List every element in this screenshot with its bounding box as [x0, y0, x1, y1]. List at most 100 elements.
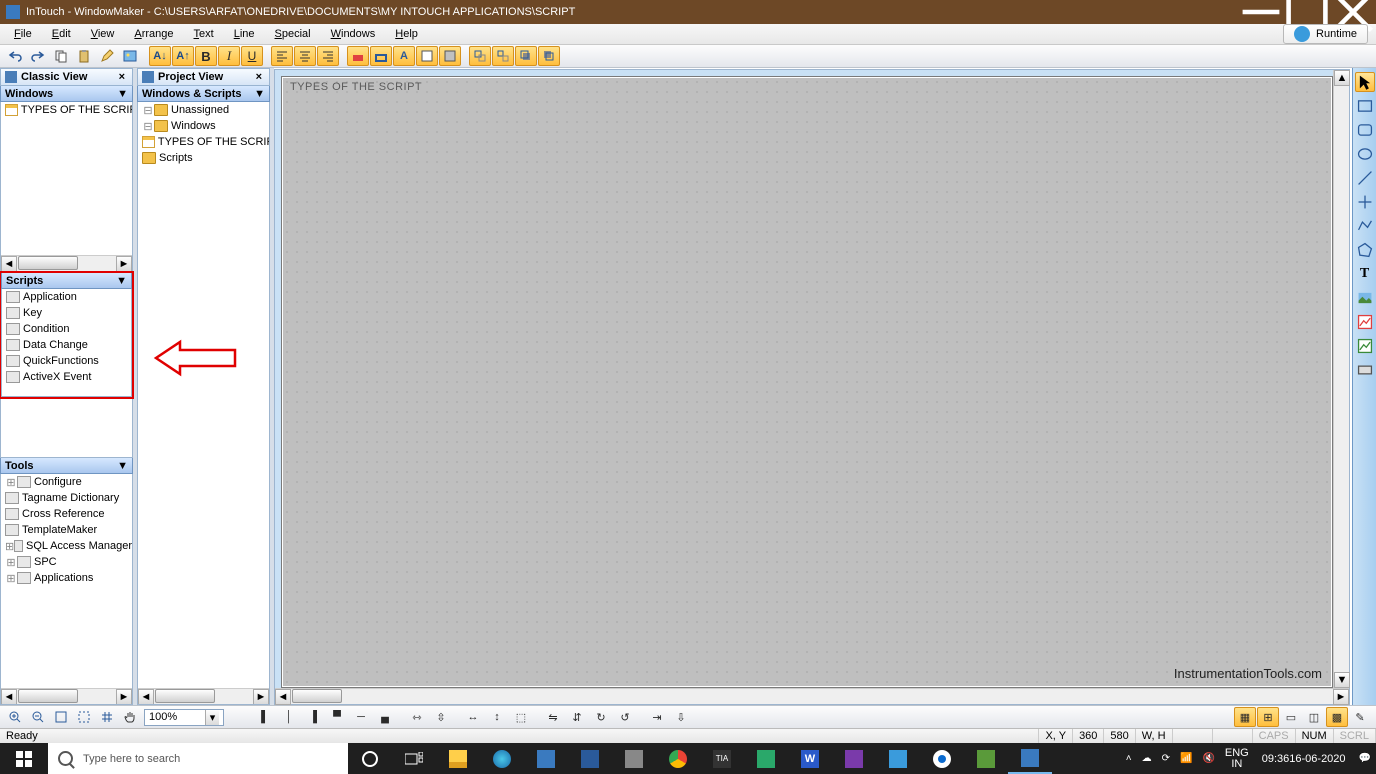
scrollbar-horizontal[interactable]: ◄ ► [275, 688, 1349, 704]
tools-section-header[interactable]: Tools ▼ [0, 458, 133, 474]
taskbar-search[interactable]: Type here to search [48, 743, 348, 774]
taskbar-explorer[interactable] [436, 743, 480, 774]
text-color-tool[interactable]: A [393, 46, 415, 66]
scrollbar-horizontal[interactable]: ◄ ► [1, 688, 132, 704]
tool-edit[interactable] [96, 46, 118, 66]
tray-wifi[interactable]: 📶 [1175, 743, 1197, 774]
scroll-right-icon[interactable]: ► [116, 256, 132, 272]
tool-item-spc[interactable]: ⊞SPC [1, 554, 132, 570]
align-bottom-tool[interactable]: ▄ [374, 707, 396, 727]
tray-chevron[interactable]: ˄ [1121, 743, 1137, 774]
taskbar-app5[interactable] [964, 743, 1008, 774]
menu-special[interactable]: Special [265, 26, 321, 42]
grid-tool[interactable] [96, 707, 118, 727]
taskbar-word[interactable]: W [788, 743, 832, 774]
show-grid-tool[interactable]: ⊞ [1257, 707, 1279, 727]
flip-v-tool[interactable]: ⇵ [566, 707, 588, 727]
align-center[interactable] [294, 46, 316, 66]
zoom-in-tool[interactable] [4, 707, 26, 727]
polygon-tool[interactable] [1355, 240, 1375, 260]
scroll-thumb[interactable] [292, 689, 342, 703]
design-canvas[interactable]: TYPES OF THE SCRIPT InstrumentationTools… [281, 76, 1333, 688]
send-back-tool[interactable] [515, 46, 537, 66]
project-view-header[interactable]: Project View × [137, 68, 270, 86]
align-center-h-tool[interactable]: │ [278, 707, 300, 727]
menu-text[interactable]: Text [184, 26, 224, 42]
roundrect-tool[interactable] [1355, 120, 1375, 140]
same-size-tool[interactable]: ⬚ [510, 707, 532, 727]
tray-lang[interactable]: ENGIN [1220, 743, 1254, 774]
minimize-button[interactable] [1238, 0, 1284, 24]
distribute-v-tool[interactable]: ⇳ [430, 707, 452, 727]
align-right[interactable] [317, 46, 339, 66]
hline-tool[interactable] [1355, 192, 1375, 212]
group-tool[interactable] [469, 46, 491, 66]
polyline-tool[interactable] [1355, 216, 1375, 236]
taskbar-mail[interactable] [568, 743, 612, 774]
taskbar-app1[interactable] [612, 743, 656, 774]
fill-tool[interactable] [347, 46, 369, 66]
chevron-down-icon[interactable]: ▼ [117, 460, 128, 472]
scroll-right-icon[interactable]: ► [253, 689, 269, 705]
rotate-ccw-tool[interactable]: ↺ [614, 707, 636, 727]
bitmap-tool[interactable] [1355, 288, 1375, 308]
scroll-thumb[interactable] [155, 689, 215, 703]
tool-item-apps[interactable]: ⊞Applications [1, 570, 132, 586]
tool-item-tagname[interactable]: Tagname Dictionary [1, 490, 132, 506]
close-icon[interactable]: × [253, 71, 265, 83]
tool-copy[interactable] [50, 46, 72, 66]
taskbar-tia[interactable]: TIA [700, 743, 744, 774]
start-button[interactable] [0, 743, 48, 774]
zoom-out-tool[interactable] [27, 707, 49, 727]
ellipse-tool[interactable] [1355, 144, 1375, 164]
tray-volume[interactable]: 🔇 [1197, 743, 1219, 774]
text-tool[interactable]: T [1355, 264, 1375, 284]
scroll-up-icon[interactable]: ▲ [1334, 70, 1350, 86]
space-h-tool[interactable]: ⇥ [646, 707, 668, 727]
taskbar-chrome[interactable] [656, 743, 700, 774]
script-item-key[interactable]: Key [2, 305, 131, 321]
underline-button[interactable]: U [241, 46, 263, 66]
rect-tool[interactable] [1355, 96, 1375, 116]
tray-clock[interactable]: 09:3616-06-2020 [1254, 743, 1354, 774]
runtime-button[interactable]: Runtime [1283, 24, 1368, 44]
scrollbar-vertical[interactable]: ▲ ▼ [1333, 70, 1349, 688]
classic-view-header[interactable]: Classic View × [0, 68, 133, 86]
align-left[interactable] [271, 46, 293, 66]
chevron-down-icon[interactable]: ▼ [116, 275, 127, 287]
font-enlarge[interactable]: A↑ [172, 46, 194, 66]
snap-grid-tool[interactable]: ▦ [1234, 707, 1256, 727]
zoom-window-tool[interactable] [73, 707, 95, 727]
scroll-left-icon[interactable]: ◄ [275, 689, 291, 705]
taskbar-edge[interactable] [480, 743, 524, 774]
close-icon[interactable]: × [116, 71, 128, 83]
pointer-tool[interactable] [1355, 72, 1375, 92]
taskbar-app3[interactable] [832, 743, 876, 774]
align-left-tool[interactable]: ▌ [254, 707, 276, 727]
flip-h-tool[interactable]: ⇋ [542, 707, 564, 727]
scroll-thumb[interactable] [18, 689, 78, 703]
tree-scripts[interactable]: Scripts [138, 150, 269, 166]
edit-mode-tool[interactable]: ✎ [1349, 707, 1371, 727]
line-color-tool[interactable] [370, 46, 392, 66]
tree-windows[interactable]: ⊟Windows [138, 118, 269, 134]
ruler-tool[interactable]: ▭ [1280, 707, 1302, 727]
scrollbar-horizontal[interactable]: ◄ ► [138, 688, 269, 704]
scripts-section-header[interactable]: Scripts ▼ [1, 273, 132, 289]
taskbar-app2[interactable] [744, 743, 788, 774]
taskbar-app4[interactable] [876, 743, 920, 774]
tray-updates[interactable]: ⟳ [1157, 743, 1175, 774]
font-reduce[interactable]: A↓ [149, 46, 171, 66]
tree-unassigned[interactable]: ⊟Unassigned [138, 102, 269, 118]
distribute-h-tool[interactable]: ⇿ [406, 707, 428, 727]
trend-tool[interactable] [1355, 312, 1375, 332]
tool-redo[interactable] [27, 46, 49, 66]
chevron-down-icon[interactable]: ▼ [254, 88, 265, 100]
tool-item-sql[interactable]: ⊞SQL Access Manager [1, 538, 132, 554]
grid-color-tool[interactable]: ▩ [1326, 707, 1348, 727]
scroll-down-icon[interactable]: ▼ [1334, 672, 1350, 688]
rotate-cw-tool[interactable]: ↻ [590, 707, 612, 727]
script-item-quickfunctions[interactable]: QuickFunctions [2, 353, 131, 369]
scrollbar-horizontal[interactable]: ◄ ► [1, 255, 132, 271]
space-v-tool[interactable]: ⇩ [670, 707, 692, 727]
